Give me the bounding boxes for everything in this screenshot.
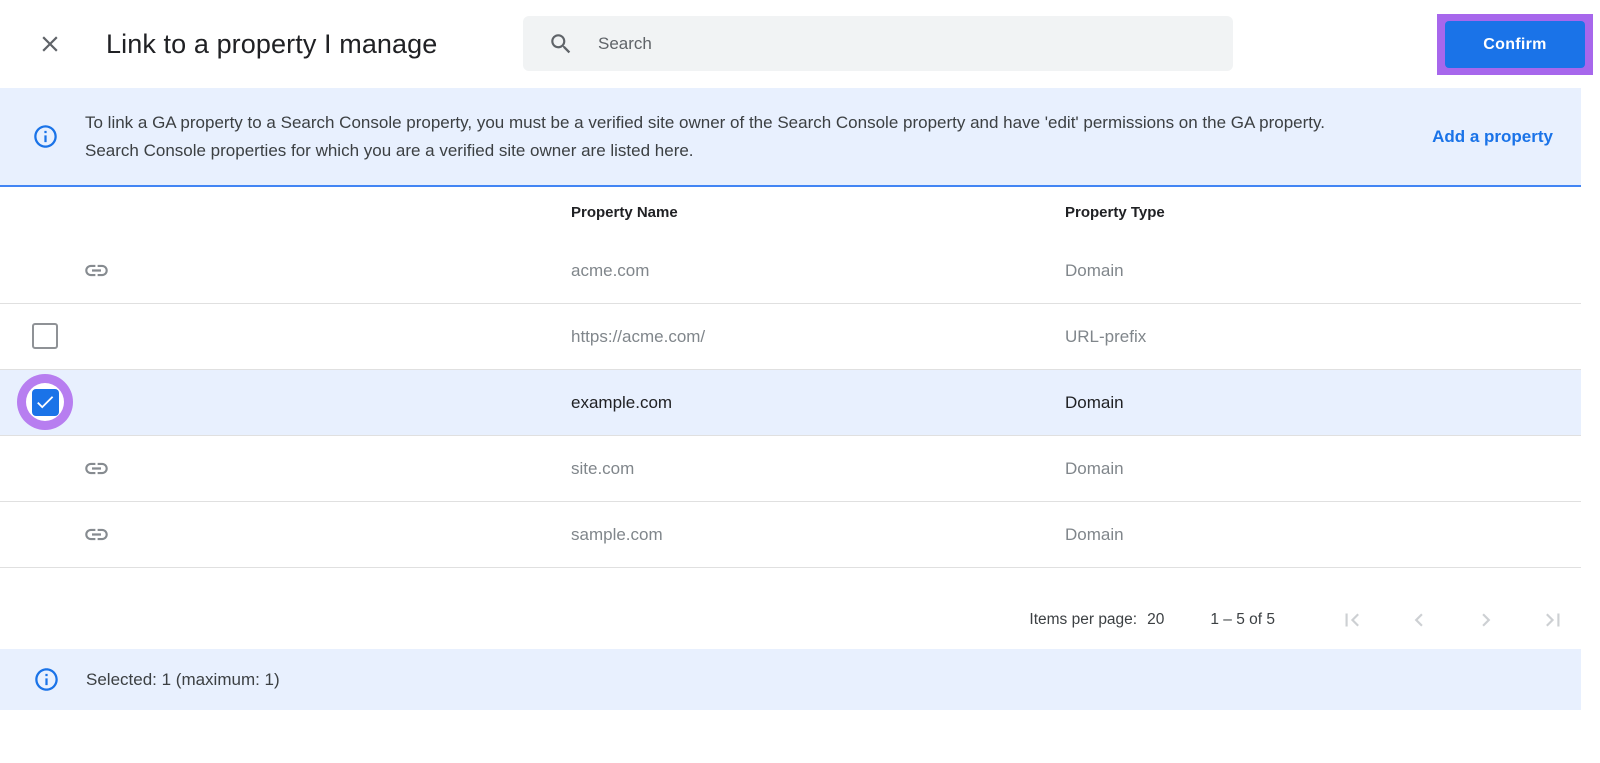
property-type-cell: Domain [1065, 260, 1124, 280]
column-header-property-name: Property Name [571, 204, 678, 221]
table-row[interactable]: example.com Domain [0, 370, 1581, 436]
property-type-cell: Domain [1065, 524, 1124, 544]
link-icon [83, 455, 110, 482]
last-page-icon[interactable] [1540, 607, 1566, 633]
table-header: Property Name Property Type [0, 187, 1581, 239]
table-row[interactable]: sample.com Domain [0, 502, 1581, 568]
table-row[interactable]: acme.com Domain [0, 238, 1581, 304]
row-checkbox[interactable] [32, 323, 58, 349]
property-type-cell: Domain [1065, 458, 1124, 478]
dialog-header: Link to a property I manage Confirm [0, 0, 1600, 88]
search-icon [551, 33, 571, 53]
property-type-cell: Domain [1065, 392, 1124, 412]
search-box[interactable] [523, 16, 1233, 71]
property-type-cell: URL-prefix [1065, 326, 1147, 346]
property-name-cell: site.com [571, 458, 635, 478]
confirm-button-highlight: Confirm [1437, 14, 1593, 75]
row-checkbox-checked[interactable] [31, 388, 59, 416]
selection-highlight-ring [17, 374, 73, 430]
ring-inner [26, 383, 64, 421]
add-property-link[interactable]: Add a property [1432, 127, 1553, 147]
first-page-icon[interactable] [1339, 607, 1365, 633]
items-per-page-value[interactable]: 20 [1147, 611, 1164, 629]
property-name-cell: acme.com [571, 260, 650, 280]
page-range-label: 1 – 5 of 5 [1210, 611, 1275, 628]
link-icon [83, 521, 110, 548]
property-name-cell: example.com [571, 392, 673, 412]
info-banner: To link a GA property to a Search Consol… [0, 88, 1581, 187]
close-icon[interactable] [37, 31, 63, 57]
search-input[interactable] [596, 32, 1160, 55]
items-per-page-label: Items per page: [1029, 611, 1138, 628]
paginator: Items per page: 20 1 – 5 of 5 [0, 596, 1581, 644]
link-property-dialog: Link to a property I manage Confirm To l… [0, 0, 1600, 763]
confirm-button[interactable]: Confirm [1445, 21, 1585, 68]
link-icon [83, 257, 110, 284]
selection-status-text: Selected: 1 (maximum: 1) [86, 669, 280, 689]
selection-status-bar: Selected: 1 (maximum: 1) [0, 649, 1581, 710]
dialog-title: Link to a property I manage [106, 28, 438, 59]
next-page-icon[interactable] [1473, 607, 1499, 633]
banner-text: To link a GA property to a Search Consol… [85, 112, 1325, 160]
info-icon [33, 666, 60, 693]
column-header-property-type: Property Type [1065, 204, 1165, 221]
table-rows: acme.com Domain https://acme.com/URL-prefi… [0, 238, 1581, 568]
table-row[interactable]: site.com Domain [0, 436, 1581, 502]
previous-page-icon[interactable] [1406, 607, 1432, 633]
info-icon [32, 123, 59, 150]
property-name-cell: sample.com [571, 524, 663, 544]
table-row[interactable]: https://acme.com/URL-prefix [0, 304, 1581, 370]
property-name-cell: https://acme.com/ [571, 326, 706, 346]
